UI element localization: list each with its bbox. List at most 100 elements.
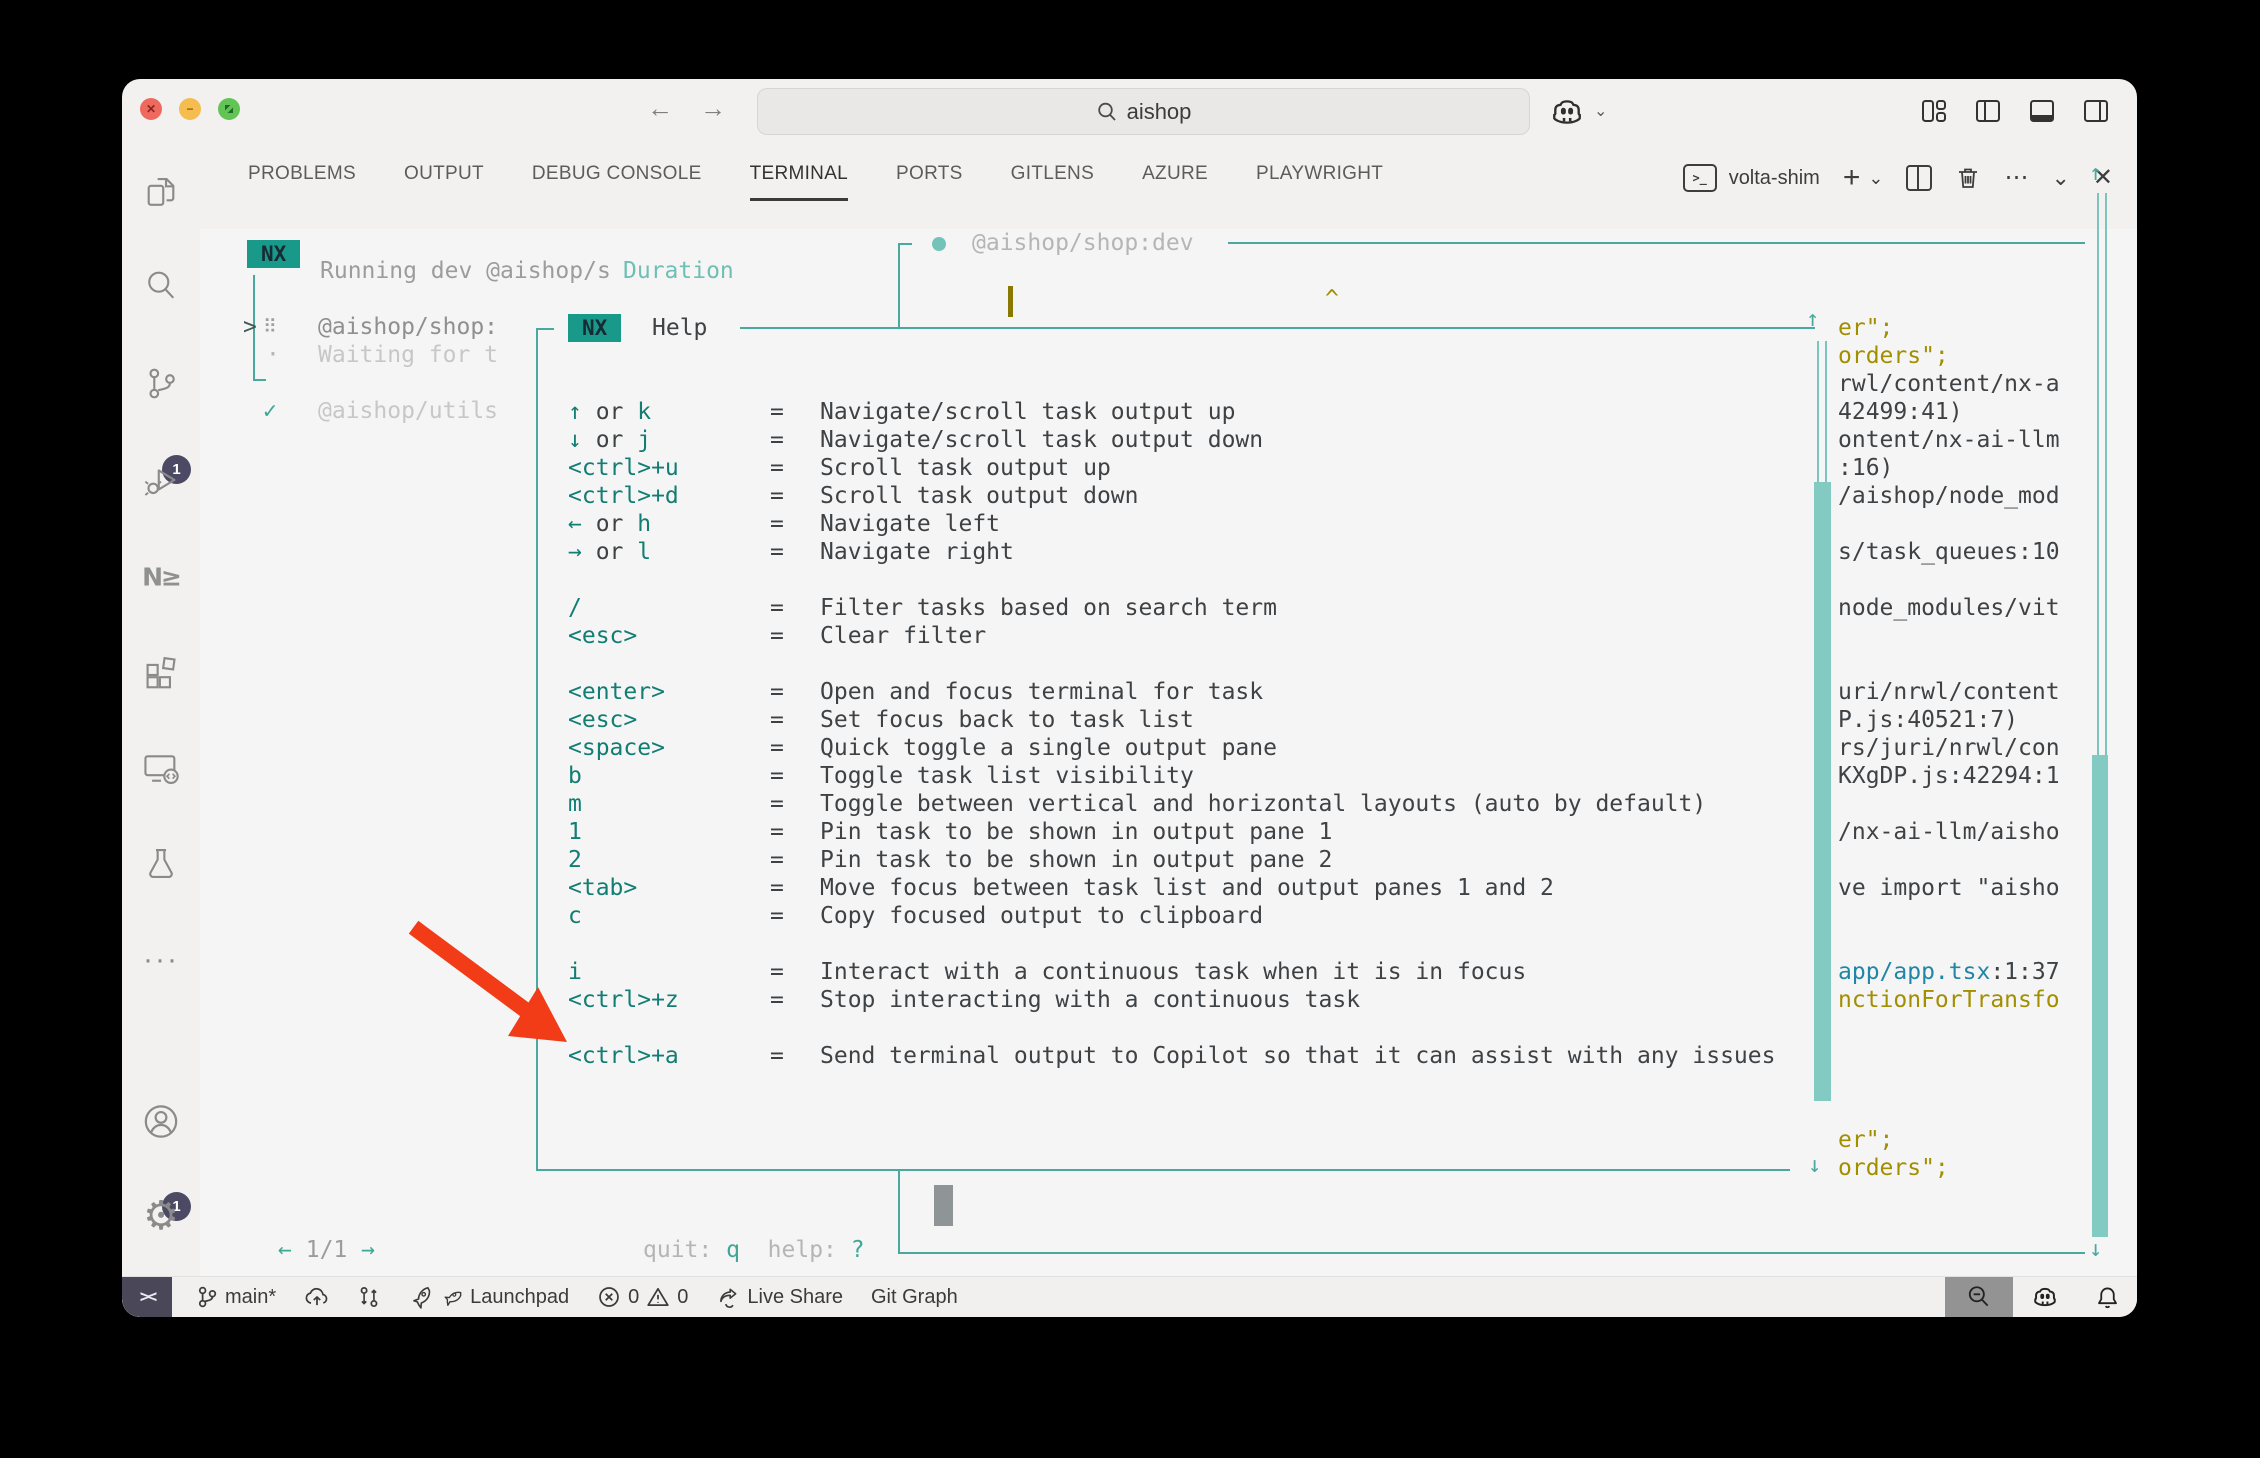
live-share-item[interactable]: Live Share bbox=[716, 1285, 843, 1309]
search-sidebar-icon[interactable] bbox=[142, 267, 180, 310]
pager-prev-icon[interactable]: ← bbox=[278, 1237, 292, 1263]
clipped-output-line: /aishop/node_mod bbox=[1838, 482, 2060, 510]
tab-terminal[interactable]: TERMINAL bbox=[750, 163, 848, 201]
fullscreen-window-button[interactable] bbox=[218, 98, 240, 120]
notifications-item[interactable] bbox=[2077, 1285, 2137, 1310]
output-pane-top-stub bbox=[898, 243, 912, 245]
nx-console-icon[interactable]: N≥ bbox=[142, 563, 180, 592]
task-item-shop[interactable]: @aishop/shop: bbox=[318, 313, 498, 341]
copilot-icon[interactable] bbox=[1550, 95, 1584, 134]
panel-actions: >_ volta-shim + ⌄ ⋯ ⌄ ✕ bbox=[1683, 163, 2113, 193]
branch-name: main* bbox=[225, 1286, 276, 1309]
copilot-status-item[interactable] bbox=[2013, 1284, 2077, 1310]
close-window-button[interactable]: ✕ bbox=[140, 98, 162, 120]
help-description: Navigate/scroll task output up bbox=[820, 399, 1235, 425]
source-control-icon[interactable] bbox=[142, 365, 180, 408]
customize-layout-icon[interactable] bbox=[1919, 96, 1949, 126]
help-row: <enter>=Open and focus terminal for task bbox=[568, 678, 1263, 706]
inner-scrollbar-thumb[interactable] bbox=[1814, 482, 1831, 1101]
new-terminal-button[interactable]: + bbox=[1843, 163, 1861, 193]
settings-gear-icon[interactable]: ⚙ bbox=[143, 1193, 179, 1239]
testing-beaker-icon[interactable] bbox=[142, 845, 180, 888]
task-pager[interactable]: ← 1/1 → bbox=[278, 1236, 375, 1264]
status-bar: >< main* Launchpad 0 0 bbox=[122, 1276, 2137, 1317]
clipped-output-line: /nx-ai-llm/aisho bbox=[1838, 818, 2060, 846]
additional-views-icon[interactable]: ··· bbox=[143, 943, 179, 977]
terminal-profile-chevron-icon[interactable]: ⌄ bbox=[1868, 169, 1883, 187]
help-key: ? bbox=[851, 1237, 865, 1263]
toggle-sidebar-icon[interactable] bbox=[1973, 96, 2003, 126]
help-equals: = bbox=[770, 874, 820, 902]
outer-scroll-up-icon[interactable]: ↑ bbox=[2089, 161, 2102, 186]
remote-indicator[interactable]: >< bbox=[122, 1277, 172, 1317]
tab-debug-console[interactable]: DEBUG CONSOLE bbox=[532, 163, 702, 201]
remote-explorer-icon[interactable] bbox=[141, 749, 181, 794]
help-top-stub bbox=[536, 328, 554, 330]
outer-scrollbar-track[interactable] bbox=[2097, 193, 2107, 755]
inner-scroll-down-icon[interactable]: ↓ bbox=[1808, 1153, 1821, 1178]
pager-next-icon[interactable]: → bbox=[361, 1237, 375, 1263]
command-center-search[interactable]: aishop bbox=[757, 88, 1530, 135]
problems-item[interactable]: 0 0 bbox=[597, 1285, 688, 1309]
extensions-icon[interactable] bbox=[142, 652, 180, 695]
tab-problems[interactable]: PROBLEMS bbox=[248, 163, 356, 201]
help-description: Quick toggle a single output pane bbox=[820, 735, 1277, 761]
help-equals: = bbox=[770, 482, 820, 510]
help-header-line bbox=[740, 327, 1815, 329]
forward-arrow-button[interactable]: → bbox=[700, 93, 726, 124]
split-terminal-button[interactable] bbox=[1906, 165, 1932, 191]
copilot-chevron-down-icon[interactable]: ⌄ bbox=[1594, 101, 1607, 121]
tab-gitlens[interactable]: GITLENS bbox=[1011, 163, 1094, 201]
rocket-icon bbox=[408, 1284, 434, 1310]
tab-output[interactable]: OUTPUT bbox=[404, 163, 484, 201]
outer-scrollbar-thumb[interactable] bbox=[2092, 755, 2108, 1237]
help-row: ← or h=Navigate left bbox=[568, 510, 1000, 538]
help-equals: = bbox=[770, 1042, 820, 1070]
hide-panel-chevron-icon[interactable]: ⌄ bbox=[2051, 167, 2069, 189]
task-grip-icon[interactable]: ⠿ bbox=[263, 313, 277, 341]
help-key: <esc> bbox=[568, 706, 770, 734]
compare-changes-icon[interactable] bbox=[358, 1285, 380, 1309]
tab-ports[interactable]: PORTS bbox=[896, 163, 963, 201]
help-key: / bbox=[568, 594, 770, 622]
help-equals: = bbox=[770, 818, 820, 846]
task-waiting-status: Waiting for t bbox=[318, 341, 498, 369]
help-key: <tab> bbox=[568, 874, 770, 902]
sync-cloud-icon[interactable] bbox=[304, 1285, 330, 1309]
terminal-instance-name: volta-shim bbox=[1729, 167, 1820, 190]
toggle-panel-icon[interactable] bbox=[2027, 96, 2057, 126]
more-actions-button[interactable]: ⋯ bbox=[2004, 166, 2028, 190]
output-running-dot bbox=[932, 237, 946, 251]
run-debug-icon[interactable] bbox=[142, 462, 180, 505]
tab-playwright[interactable]: PLAYWRIGHT bbox=[1256, 163, 1383, 201]
help-row: i=Interact with a continuous task when i… bbox=[568, 958, 1526, 986]
minimize-window-button[interactable]: − bbox=[179, 98, 201, 120]
outer-scroll-down-icon[interactable]: ↓ bbox=[2089, 1237, 2102, 1262]
kill-terminal-trash-icon[interactable] bbox=[1955, 165, 1981, 191]
toggle-secondary-sidebar-icon[interactable] bbox=[2081, 96, 2111, 126]
accounts-icon[interactable] bbox=[140, 1101, 182, 1148]
help-key: ↑ or k bbox=[568, 398, 770, 426]
live-share-label: Live Share bbox=[747, 1286, 843, 1309]
clipped-output-line: :16) bbox=[1838, 454, 1893, 482]
help-description: Interact with a continuous task when it … bbox=[820, 959, 1526, 985]
task-item-utils[interactable]: @aishop/utils bbox=[318, 397, 498, 425]
zoom-indicator[interactable] bbox=[1945, 1277, 2013, 1317]
inner-scroll-up-icon[interactable]: ↑ bbox=[1806, 307, 1819, 332]
help-key: <ctrl>+d bbox=[568, 482, 770, 510]
explorer-icon[interactable] bbox=[142, 174, 180, 217]
help-row: /=Filter tasks based on search term bbox=[568, 594, 1277, 622]
errors-icon bbox=[597, 1285, 621, 1309]
git-branch-item[interactable]: main* bbox=[196, 1285, 276, 1309]
tab-azure[interactable]: AZURE bbox=[1142, 163, 1208, 201]
help-description: Open and focus terminal for task bbox=[820, 679, 1263, 705]
help-key: <esc> bbox=[568, 622, 770, 650]
help-key: <ctrl>+u bbox=[568, 454, 770, 482]
inner-scrollbar-track[interactable] bbox=[1817, 341, 1827, 482]
terminal-instance[interactable]: >_ volta-shim bbox=[1683, 164, 1820, 192]
back-arrow-button[interactable]: ← bbox=[647, 93, 673, 124]
task-sub-bullet: · bbox=[266, 341, 280, 369]
help-description: Set focus back to task list bbox=[820, 707, 1194, 733]
git-graph-item[interactable]: Git Graph bbox=[871, 1286, 958, 1309]
launchpad-item[interactable]: Launchpad bbox=[408, 1284, 569, 1310]
